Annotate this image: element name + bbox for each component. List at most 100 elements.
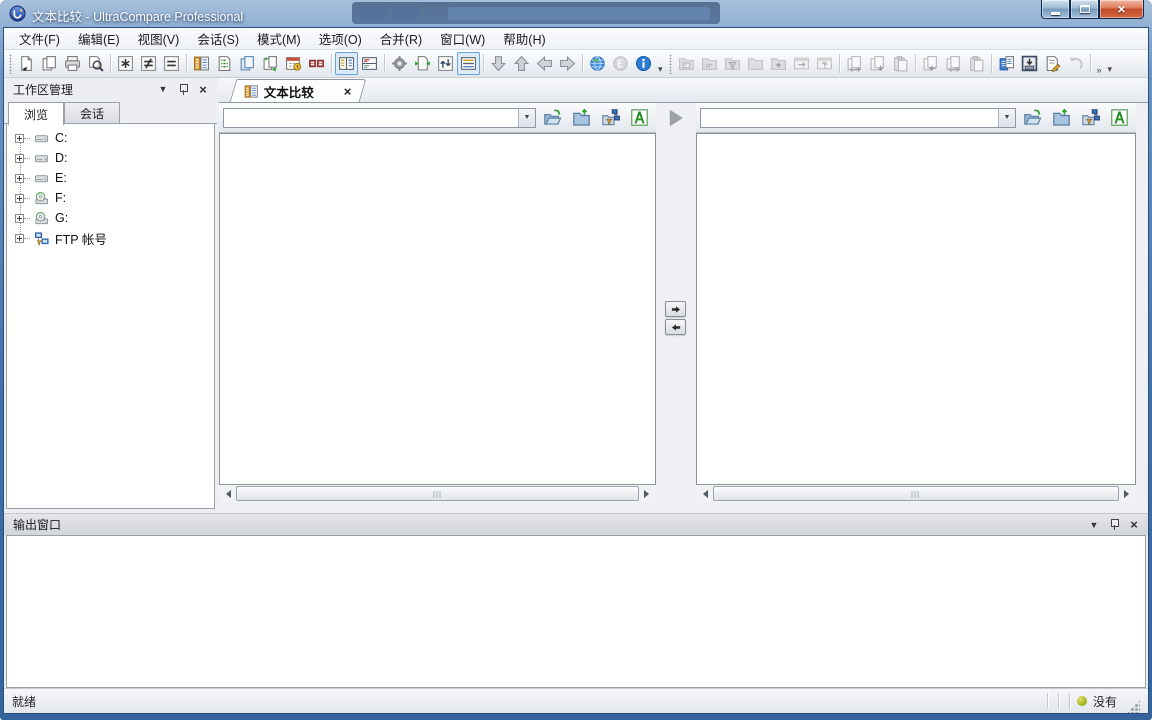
menu-window[interactable]: 窗口(W) [431, 26, 494, 51]
workspace-tab-browse[interactable]: 浏览 [8, 102, 64, 125]
resize-grip[interactable] [1127, 700, 1140, 713]
left-browse-folder-icon[interactable] [568, 106, 594, 130]
print-preview-icon[interactable] [84, 52, 107, 75]
show-all-icon[interactable] [114, 52, 137, 75]
print-icon[interactable] [61, 52, 84, 75]
toolbar-grip[interactable] [669, 54, 672, 74]
right-browse-folder-icon[interactable] [1048, 106, 1074, 130]
workspace-pin-icon[interactable] [175, 82, 191, 97]
right-encoding-a-icon[interactable] [1106, 106, 1132, 130]
right-path-combobox[interactable]: ▼ [700, 108, 1016, 128]
menu-file[interactable]: 文件(F) [10, 26, 69, 51]
right-text-area[interactable] [696, 133, 1136, 485]
tree-item-drive-c[interactable]: C: [7, 128, 214, 148]
export-document-icon[interactable] [15, 52, 38, 75]
scroll-left-arrow-icon[interactable] [696, 485, 713, 502]
tree-item-drive-f[interactable]: F: [7, 188, 214, 208]
output-pin-icon[interactable] [1106, 517, 1122, 532]
vertical-split-view-icon[interactable] [335, 52, 358, 75]
minimize-button[interactable] [1041, 0, 1070, 19]
all-lines-view-icon[interactable] [457, 52, 480, 75]
left-text-area[interactable] [219, 133, 656, 485]
menu-merge[interactable]: 合并(R) [371, 26, 431, 51]
left-ftp-browse-icon[interactable] [597, 106, 623, 130]
window-help-icon[interactable] [813, 52, 836, 75]
left-open-file-icon[interactable] [539, 106, 565, 130]
sync-by-date-icon[interactable] [282, 52, 305, 75]
toolbar-more-chevron[interactable]: » [1094, 65, 1105, 75]
right-path-input[interactable] [701, 109, 998, 127]
merge-next-icon[interactable] [866, 52, 889, 75]
menu-help[interactable]: 帮助(H) [494, 26, 554, 51]
filtered-folder-compare-icon[interactable] [721, 52, 744, 75]
expand-plus-icon[interactable] [15, 234, 24, 243]
save-result-icon[interactable] [1018, 52, 1041, 75]
compare-selected-icon[interactable] [995, 52, 1018, 75]
merge-files-icon[interactable] [259, 52, 282, 75]
scrollbar-thumb[interactable] [236, 486, 639, 501]
left-horizontal-scrollbar[interactable] [219, 485, 656, 502]
merge-to-right-icon[interactable] [843, 52, 866, 75]
right-ftp-browse-icon[interactable] [1077, 106, 1103, 130]
tree-item-drive-g[interactable]: G: [7, 208, 214, 228]
menu-options[interactable]: 选项(O) [310, 26, 371, 51]
merge-all-icon[interactable] [942, 52, 965, 75]
toolbar-options-chevron[interactable]: ▾ [1105, 64, 1116, 75]
left-path-dropdown-chevron-icon[interactable]: ▼ [518, 109, 535, 127]
toolbar-grip[interactable] [9, 54, 12, 74]
text-compare-icon[interactable] [190, 52, 213, 75]
show-differences-icon[interactable] [137, 52, 160, 75]
scroll-right-arrow-icon[interactable] [639, 485, 656, 502]
start-compare-icon[interactable] [660, 105, 692, 131]
scrollbar-thumb[interactable] [713, 486, 1119, 501]
right-open-file-icon[interactable] [1019, 106, 1045, 130]
right-path-dropdown-chevron-icon[interactable]: ▼ [998, 109, 1015, 127]
next-file-icon[interactable] [556, 52, 579, 75]
binary-folder-compare-icon[interactable] [698, 52, 721, 75]
swap-panes-icon[interactable] [434, 52, 457, 75]
left-encoding-a-icon[interactable] [626, 106, 652, 130]
horizontal-split-view-icon[interactable] [358, 52, 381, 75]
menu-edit[interactable]: 编辑(E) [69, 26, 129, 51]
merge-clipboard-icon[interactable] [889, 52, 912, 75]
menu-mode[interactable]: 模式(M) [248, 26, 310, 51]
about-info-icon[interactable] [632, 52, 655, 75]
scroll-left-arrow-icon[interactable] [219, 485, 236, 502]
output-menu-chevron-icon[interactable]: ▼ [1086, 517, 1102, 532]
workspace-menu-chevron-icon[interactable]: ▼ [155, 82, 171, 97]
window-session-icon[interactable] [790, 52, 813, 75]
web-forum-icon[interactable] [609, 52, 632, 75]
tree-item-ftp-accounts[interactable]: FTP 帐号 [7, 228, 214, 248]
copy-to-left-icon[interactable] [665, 319, 686, 335]
expand-plus-icon[interactable] [15, 214, 24, 223]
expand-plus-icon[interactable] [15, 134, 24, 143]
next-difference-icon[interactable] [487, 52, 510, 75]
maximize-button[interactable] [1070, 0, 1099, 19]
show-matching-icon[interactable] [160, 52, 183, 75]
workspace-close-icon[interactable]: × [195, 82, 211, 97]
right-horizontal-scrollbar[interactable] [696, 485, 1136, 502]
workspace-tab-session[interactable]: 会话 [64, 102, 120, 124]
copy-to-right-icon[interactable] [665, 301, 686, 317]
tree-item-drive-d[interactable]: D: [7, 148, 214, 168]
tree-item-drive-e[interactable]: E: [7, 168, 214, 188]
copy-session-icon[interactable] [38, 52, 61, 75]
binary-compare-icon[interactable] [213, 52, 236, 75]
folder-session-icon[interactable] [744, 52, 767, 75]
left-path-combobox[interactable]: ▼ [223, 108, 536, 128]
previous-file-icon[interactable] [533, 52, 556, 75]
copy-result-clipboard-icon[interactable] [965, 52, 988, 75]
menu-view[interactable]: 视图(V) [129, 26, 189, 51]
tab-close-icon[interactable]: × [342, 85, 354, 98]
scroll-right-arrow-icon[interactable] [1119, 485, 1136, 502]
menu-session[interactable]: 会话(S) [188, 26, 248, 51]
close-button[interactable]: × [1099, 0, 1144, 19]
merge-differences-icon[interactable] [305, 52, 328, 75]
edit-file-icon[interactable] [1041, 52, 1064, 75]
folder-compare-icon[interactable] [675, 52, 698, 75]
upload-folder-icon[interactable] [767, 52, 790, 75]
web-globe-icon[interactable] [586, 52, 609, 75]
left-path-input[interactable] [224, 109, 518, 127]
expand-plus-icon[interactable] [15, 154, 24, 163]
toolbar-options-chevron[interactable]: ▾ [655, 64, 666, 75]
